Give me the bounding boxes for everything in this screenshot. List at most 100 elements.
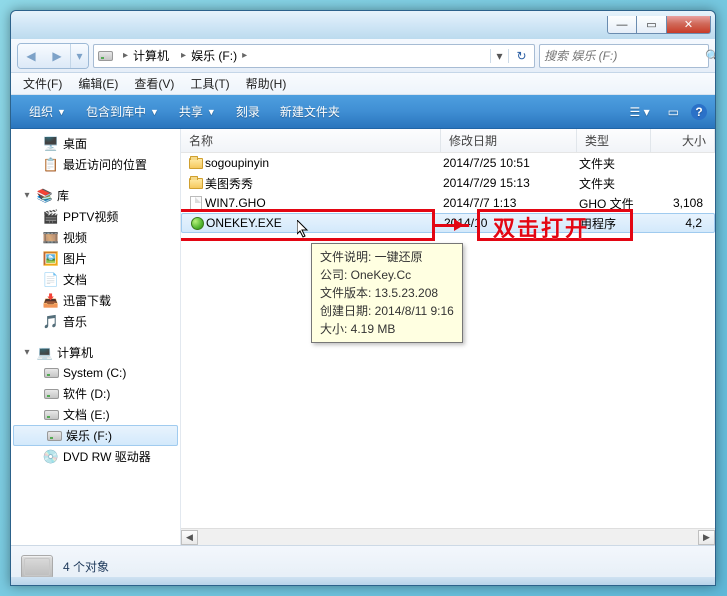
search-box[interactable]: 🔍 [539, 44, 709, 68]
chevron-down-icon[interactable]: ▾ [21, 347, 33, 358]
video-icon: 🎬 [43, 209, 59, 225]
column-size[interactable]: 大小 [651, 129, 715, 152]
drive-icon [43, 407, 59, 423]
sidebar-item-videos[interactable]: 🎞️视频 [11, 227, 180, 248]
share-button[interactable]: 共享▼ [169, 99, 226, 124]
close-button[interactable]: ✕ [667, 16, 711, 34]
sidebar-item-music[interactable]: 🎵音乐 [11, 311, 180, 332]
file-row[interactable]: 美图秀秀2014/7/29 15:13文件夹 [181, 173, 715, 193]
content-area: 🖥️桌面 📋最近访问的位置 ▾📚库 🎬PPTV视频 🎞️视频 🖼️图片 📄文档 … [11, 129, 715, 545]
horizontal-scrollbar[interactable]: ◀ ▶ [181, 528, 715, 545]
nav-row: ◀ ▶ ▾ ▸ 计算机 ▸ 娱乐 (F:) ▸ ▾ ↻ 🔍 [11, 39, 715, 73]
desktop-icon: 🖥️ [43, 136, 59, 152]
scroll-track[interactable] [198, 530, 698, 545]
address-dropdown[interactable]: ▾ [490, 49, 508, 63]
breadcrumb-drive: 娱乐 (F:) [191, 47, 237, 64]
tooltip-version: 文件版本: 13.5.23.208 [320, 284, 454, 302]
sidebar-item-documents[interactable]: 📄文档 [11, 269, 180, 290]
file-type: GHO 文件 [579, 195, 653, 212]
column-date[interactable]: 修改日期 [441, 129, 577, 152]
sidebar-item-drive-d[interactable]: 软件 (D:) [11, 383, 180, 404]
tooltip-description: 文件说明: 一键还原 [320, 248, 454, 266]
organize-button[interactable]: 组织▼ [19, 99, 76, 124]
address-bar[interactable]: ▸ 计算机 ▸ 娱乐 (F:) ▸ ▾ ↻ [93, 44, 535, 68]
libraries-icon: 📚 [37, 188, 53, 204]
file-type: 文件夹 [579, 155, 653, 172]
sidebar-item-drive-e[interactable]: 文档 (E:) [11, 404, 180, 425]
column-header: 名称 修改日期 类型 大小 [181, 129, 715, 153]
forward-button[interactable]: ▶ [44, 44, 70, 68]
tooltip-created: 创建日期: 2014/8/11 9:16 [320, 302, 454, 320]
new-folder-button[interactable]: 新建文件夹 [270, 99, 350, 124]
back-button[interactable]: ◀ [18, 44, 44, 68]
minimize-button[interactable]: — [607, 16, 637, 34]
sidebar-item-drive-c[interactable]: System (C:) [11, 363, 180, 383]
sidebar-item-recent[interactable]: 📋最近访问的位置 [11, 154, 180, 175]
window-buttons: — ▭ ✕ [607, 16, 711, 34]
tooltip-size: 大小: 4.19 MB [320, 320, 454, 338]
chevron-right-icon: ▸ [239, 50, 250, 61]
file-size: 4,2 [654, 216, 714, 230]
dvd-icon: 💿 [43, 449, 59, 465]
search-input[interactable] [544, 49, 701, 63]
sidebar-item-drive-f[interactable]: 娱乐 (F:) [13, 425, 178, 446]
sidebar-item-desktop[interactable]: 🖥️桌面 [11, 133, 180, 154]
file-icon [188, 217, 206, 230]
scroll-right-button[interactable]: ▶ [698, 530, 715, 545]
file-type: 文件夹 [579, 175, 653, 192]
nav-buttons: ◀ ▶ ▾ [17, 43, 89, 69]
file-type: 用程序 [580, 215, 654, 232]
breadcrumb-seg2[interactable]: ▸ 娱乐 (F:) ▸ [174, 45, 255, 67]
column-name[interactable]: 名称 [181, 129, 441, 152]
menu-view[interactable]: 查看(V) [126, 73, 182, 94]
video-icon: 🎞️ [43, 230, 59, 246]
file-date: 2014/7/25 10:51 [443, 156, 579, 170]
sidebar-item-pptv[interactable]: 🎬PPTV视频 [11, 206, 180, 227]
drive-icon [43, 386, 59, 402]
recent-icon: 📋 [43, 157, 59, 173]
file-row[interactable]: WIN7.GHO2014/7/7 1:13GHO 文件3,108 [181, 193, 715, 213]
sidebar-item-dvd[interactable]: 💿DVD RW 驱动器 [11, 446, 180, 467]
maximize-button[interactable]: ▭ [637, 16, 667, 34]
search-icon: 🔍 [705, 49, 716, 63]
drive-icon [94, 51, 116, 61]
file-date: 2014/7/7 1:13 [443, 196, 579, 210]
file-row[interactable]: sogoupinyin2014/7/25 10:51文件夹 [181, 153, 715, 173]
menu-help[interactable]: 帮助(H) [238, 73, 295, 94]
sidebar-item-libraries[interactable]: ▾📚库 [11, 185, 180, 206]
computer-icon: 💻 [37, 345, 53, 361]
preview-pane-button[interactable]: ▭ [662, 103, 685, 121]
documents-icon: 📄 [43, 272, 59, 288]
menu-tools[interactable]: 工具(T) [182, 73, 237, 94]
menu-bar: 文件(F) 编辑(E) 查看(V) 工具(T) 帮助(H) [11, 73, 715, 95]
file-tooltip: 文件说明: 一键还原 公司: OneKey.Cc 文件版本: 13.5.23.2… [311, 243, 463, 343]
refresh-button[interactable]: ↻ [508, 49, 534, 63]
view-mode-button[interactable]: ☰ ▾ [624, 103, 656, 121]
column-type[interactable]: 类型 [577, 129, 651, 152]
nav-history-dropdown[interactable]: ▾ [70, 44, 88, 68]
breadcrumb-seg1[interactable]: ▸ 计算机 [116, 45, 174, 67]
menu-edit[interactable]: 编辑(E) [70, 73, 126, 94]
file-row[interactable]: ONEKEY.EXE2014/10用程序4,2 [181, 213, 715, 233]
title-bar: — ▭ ✕ [11, 11, 715, 39]
file-icon [187, 158, 205, 169]
help-button[interactable]: ? [691, 104, 707, 120]
sidebar-item-xunlei[interactable]: 📥迅雷下载 [11, 290, 180, 311]
sidebar-item-pictures[interactable]: 🖼️图片 [11, 248, 180, 269]
download-icon: 📥 [43, 293, 59, 309]
file-date: 2014/7/29 15:13 [443, 176, 579, 190]
file-icon [187, 196, 205, 210]
toolbar: 组织▼ 包含到库中▼ 共享▼ 刻录 新建文件夹 ☰ ▾ ▭ ? [11, 95, 715, 129]
chevron-down-icon[interactable]: ▾ [21, 190, 33, 201]
drive-large-icon [21, 555, 53, 579]
scroll-left-button[interactable]: ◀ [181, 530, 198, 545]
burn-button[interactable]: 刻录 [226, 99, 270, 124]
annotation-arrow [435, 224, 469, 227]
menu-file[interactable]: 文件(F) [15, 73, 70, 94]
chevron-right-icon: ▸ [178, 50, 189, 61]
pictures-icon: 🖼️ [43, 251, 59, 267]
include-library-button[interactable]: 包含到库中▼ [76, 99, 169, 124]
tooltip-company: 公司: OneKey.Cc [320, 266, 454, 284]
drive-icon [46, 428, 62, 444]
sidebar-item-computer[interactable]: ▾💻计算机 [11, 342, 180, 363]
